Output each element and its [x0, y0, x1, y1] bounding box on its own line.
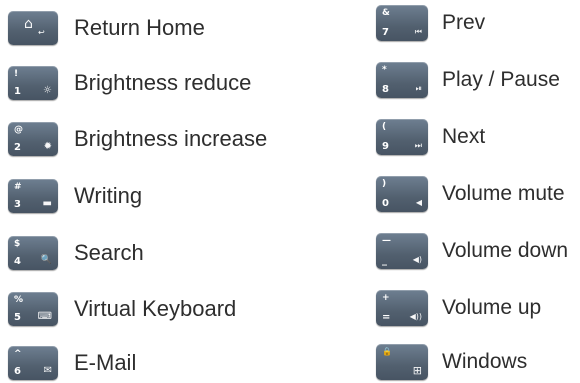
- key-bottom-char: 3: [14, 199, 21, 210]
- row-play-pause: * 8 ⏯ Play / Pause: [376, 60, 560, 100]
- label-writing: Writing: [74, 183, 143, 208]
- label-search: Search: [74, 240, 144, 265]
- row-return-home: ⌂ ↩ Return Home: [8, 8, 205, 48]
- label-prev: Prev: [442, 11, 486, 34]
- row-brightness-reduce: ! 1 ☼ Brightness reduce: [8, 63, 251, 103]
- key-bottom-char: 1: [14, 86, 21, 97]
- key-brightness-increase: @ 2 ✹: [8, 122, 58, 156]
- return-arrow-icon: ↩: [38, 28, 45, 37]
- key-volume-down: — _ ◀): [376, 233, 428, 269]
- writing-icon: ▬: [42, 198, 52, 209]
- row-volume-down: — _ ◀) Volume down: [376, 231, 568, 271]
- key-writing: # 3 ▬: [8, 179, 58, 213]
- label-volume-mute: Volume mute: [442, 182, 565, 205]
- brightness-high-icon: ✹: [43, 141, 52, 152]
- row-windows: 🔒 ⊞ Windows: [376, 342, 527, 382]
- mail-icon: ✉: [43, 365, 52, 376]
- key-top-char: —: [382, 236, 391, 246]
- key-bottom-char: 2: [14, 142, 21, 153]
- previous-track-icon: ⏮: [414, 27, 422, 36]
- row-prev: & 7 ⏮ Prev: [376, 3, 485, 43]
- volume-mute-icon: ◀: [415, 198, 422, 207]
- key-bottom-char: 5: [14, 312, 21, 323]
- row-brightness-increase: @ 2 ✹ Brightness increase: [8, 119, 267, 159]
- key-bottom-char: _: [382, 255, 387, 266]
- row-e-mail: ^ 6 ✉ E-Mail: [8, 343, 136, 383]
- row-writing: # 3 ▬ Writing: [8, 176, 142, 216]
- key-top-char: +: [382, 293, 390, 303]
- key-search: $ 4 🔍: [8, 236, 58, 270]
- key-play-pause: * 8 ⏯: [376, 62, 428, 98]
- key-windows: 🔒 ⊞: [376, 344, 428, 380]
- row-volume-mute: ) 0 ◀ Volume mute: [376, 174, 565, 214]
- key-next: ( 9 ⏭: [376, 119, 428, 155]
- key-virtual-keyboard: % 5 ⌨: [8, 292, 58, 326]
- label-volume-up: Volume up: [442, 296, 542, 319]
- key-return-home: ⌂ ↩: [8, 11, 58, 45]
- key-top-char: (: [382, 122, 387, 132]
- key-bottom-char: 9: [382, 141, 389, 152]
- row-volume-up: + = ◀)) Volume up: [376, 288, 541, 328]
- label-brightness-reduce: Brightness reduce: [74, 70, 252, 95]
- brightness-low-icon: ☼: [43, 85, 52, 96]
- lock-icon: 🔒: [382, 347, 392, 356]
- key-top-char: @: [14, 125, 23, 135]
- label-brightness-increase: Brightness increase: [74, 126, 268, 151]
- key-bottom-char: 4: [14, 256, 21, 267]
- label-volume-down: Volume down: [442, 239, 569, 262]
- key-prev: & 7 ⏮: [376, 5, 428, 41]
- windows-icon: ⊞: [412, 364, 422, 377]
- key-top-char: #: [14, 182, 22, 192]
- key-top-char: !: [14, 69, 19, 79]
- row-search: $ 4 🔍 Search: [8, 233, 144, 273]
- key-bottom-char: 8: [382, 84, 389, 95]
- row-next: ( 9 ⏭ Next: [376, 117, 485, 157]
- keyboard-icon: ⌨: [37, 311, 52, 322]
- label-virtual-keyboard: Virtual Keyboard: [74, 296, 237, 321]
- key-bottom-char: 7: [382, 27, 389, 38]
- key-top-char: %: [14, 295, 24, 305]
- key-top-char: *: [382, 65, 387, 75]
- label-next: Next: [442, 125, 486, 148]
- volume-down-icon: ◀): [412, 255, 422, 264]
- key-brightness-reduce: ! 1 ☼: [8, 66, 58, 100]
- volume-up-icon: ◀)): [409, 312, 422, 321]
- search-icon: 🔍: [40, 255, 52, 265]
- label-e-mail: E-Mail: [74, 350, 137, 375]
- key-top-char: $: [14, 239, 21, 249]
- key-e-mail: ^ 6 ✉: [8, 346, 58, 380]
- key-volume-mute: ) 0 ◀: [376, 176, 428, 212]
- label-return-home: Return Home: [74, 15, 205, 40]
- key-bottom-char: 0: [382, 198, 389, 209]
- label-play-pause: Play / Pause: [442, 68, 560, 91]
- next-track-icon: ⏭: [414, 141, 422, 150]
- key-top-char: &: [382, 8, 390, 18]
- label-windows: Windows: [442, 350, 528, 373]
- key-top-char: ^: [14, 349, 22, 359]
- key-volume-up: + = ◀)): [376, 290, 428, 326]
- key-top-char: ): [382, 179, 387, 189]
- key-bottom-char: =: [382, 312, 391, 323]
- home-icon: ⌂: [24, 16, 33, 32]
- play-pause-icon: ⏯: [415, 84, 422, 93]
- row-virtual-keyboard: % 5 ⌨ Virtual Keyboard: [8, 289, 236, 329]
- key-bottom-char: 6: [14, 366, 21, 377]
